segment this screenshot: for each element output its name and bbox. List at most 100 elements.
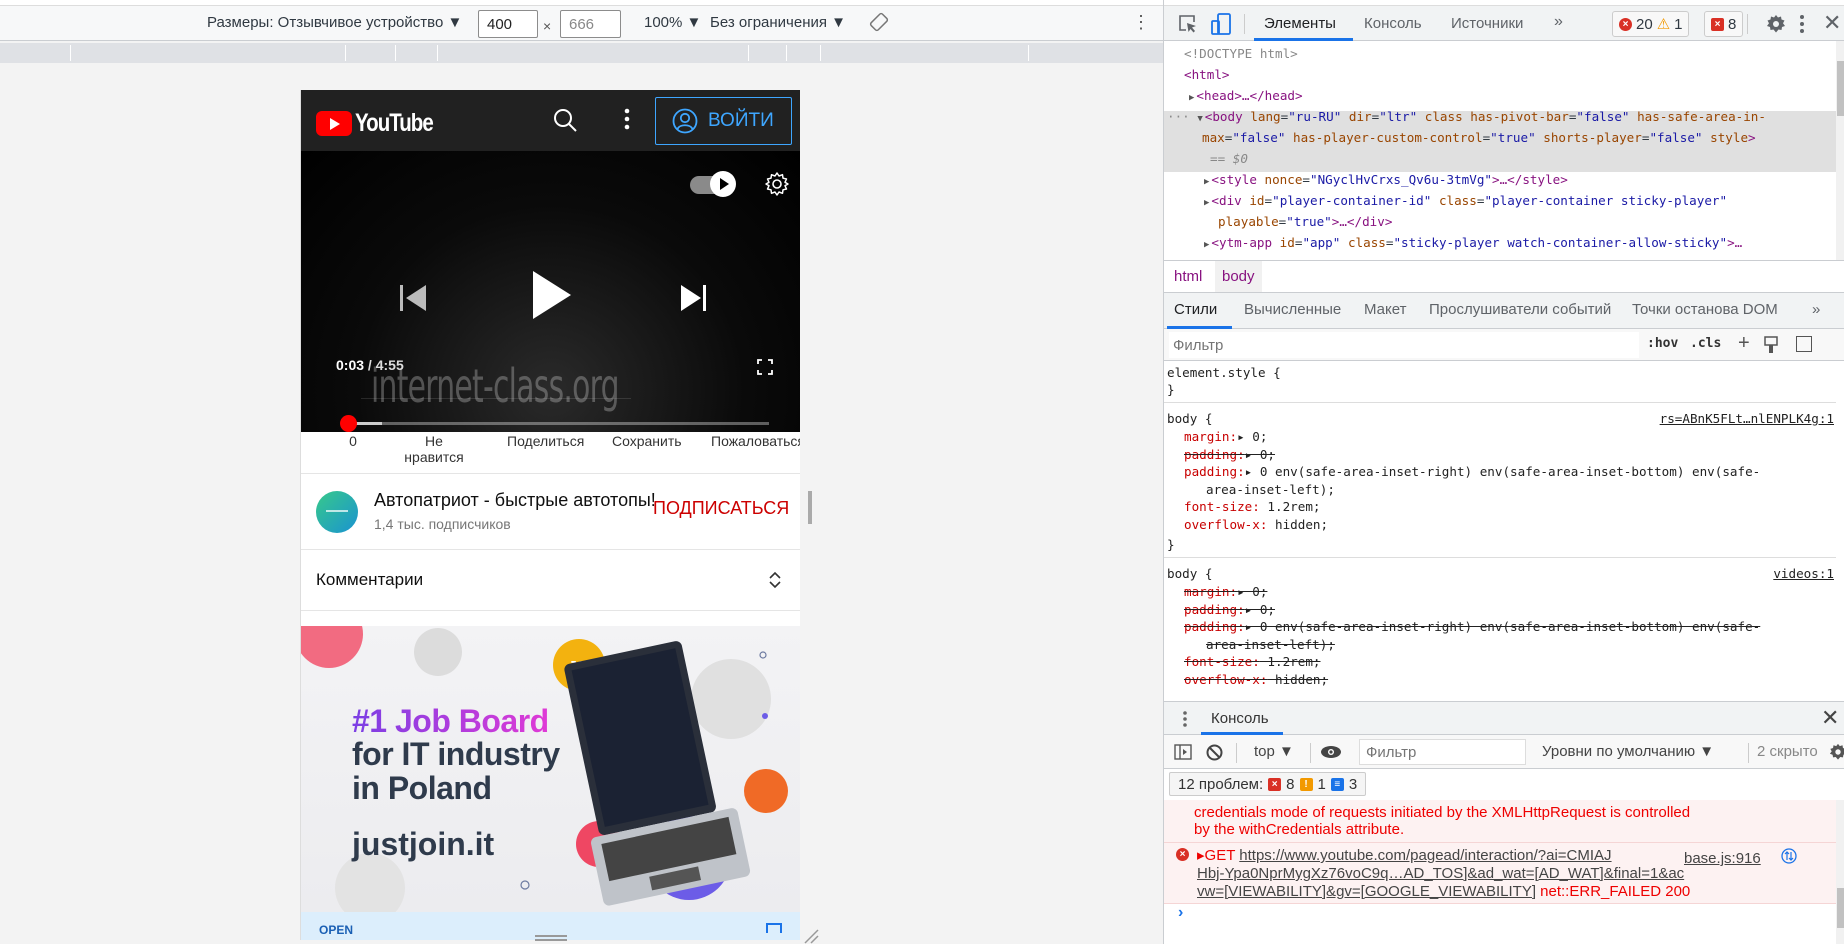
breadcrumb-body[interactable]: body: [1215, 261, 1262, 292]
dom-head-node[interactable]: ▶ <head>…</head>: [1189, 86, 1303, 108]
autoplay-toggle[interactable]: [690, 171, 736, 197]
external-link-icon[interactable]: [766, 923, 782, 933]
toggle-sidebar-icon[interactable]: [1796, 336, 1812, 352]
css-value[interactable]: ▸ 0;: [1245, 447, 1275, 462]
tab-layout[interactable]: Макет: [1364, 301, 1406, 318]
progress-bar[interactable]: [340, 415, 769, 432]
live-expression-eye-icon[interactable]: [1320, 745, 1342, 759]
tab-dom-breakpoints[interactable]: Точки останова DOM: [1632, 301, 1778, 318]
ad-banner[interactable]: JS #1 Jo: [301, 626, 800, 912]
next-icon[interactable]: [679, 285, 709, 311]
tab-computed[interactable]: Вычисленные: [1244, 301, 1341, 318]
share-button[interactable]: Поделиться: [507, 433, 584, 449]
close-devtools-icon[interactable]: ✕: [1823, 10, 1841, 36]
issues-badge[interactable]: × 8: [1704, 11, 1744, 37]
css-value[interactable]: ▸ 0;: [1245, 602, 1275, 617]
device-toolbar-icon[interactable]: [1210, 13, 1232, 35]
dom-ytm-app-node[interactable]: ▶ <ytm-app id="app" class="sticky-player …: [1204, 233, 1742, 255]
viewport-height-input[interactable]: [560, 10, 621, 38]
video-player[interactable]: internet-class.org 0:03 / 4:55: [301, 151, 800, 432]
css-property[interactable]: margin:: [1184, 584, 1237, 599]
rule-selector[interactable]: body {: [1167, 410, 1213, 428]
dom-body-node[interactable]: ··· ▼ <body lang="ru-RU" dir="ltr" class …: [1167, 107, 1766, 129]
more-tabs-button[interactable]: »: [1554, 13, 1563, 31]
css-declaration[interactable]: area-inset-left);: [1206, 636, 1335, 654]
viewport-resize-handle[interactable]: [535, 935, 567, 941]
rule-source-link[interactable]: videos:1: [1773, 565, 1834, 583]
css-declaration[interactable]: area-inset-left);: [1206, 481, 1335, 499]
css-declaration[interactable]: padding:▸ 0;: [1184, 446, 1275, 464]
css-declaration[interactable]: overflow-x: hidden;: [1184, 671, 1328, 689]
console-settings-icon[interactable]: [1829, 743, 1844, 761]
drawer-tab-console[interactable]: Консоль: [1211, 710, 1269, 727]
css-declaration[interactable]: font-size: 1.2rem;: [1184, 498, 1321, 516]
css-value[interactable]: area-inset-left);: [1206, 482, 1335, 497]
styles-more-tabs[interactable]: »: [1812, 301, 1820, 318]
customize-devtools-icon[interactable]: [1799, 14, 1805, 34]
css-value[interactable]: ▸ 0;: [1237, 584, 1267, 599]
save-button[interactable]: Сохранить: [612, 433, 682, 449]
css-value[interactable]: hidden;: [1267, 672, 1328, 687]
settings-icon[interactable]: [1766, 14, 1786, 34]
more-options-icon[interactable]: ⋮: [1132, 12, 1150, 32]
request-method[interactable]: ▸GET: [1197, 847, 1239, 864]
css-declaration[interactable]: padding:▸ 0 env(safe-area-inset-right) e…: [1184, 618, 1760, 636]
dislike-button[interactable]: Не нравится: [404, 433, 464, 465]
zoom-dropdown[interactable]: 100% ▼: [644, 14, 701, 31]
dom-player-container-node[interactable]: ▶ <div id="player-container-id" class="pl…: [1204, 191, 1727, 213]
css-value[interactable]: 1.2rem;: [1260, 499, 1320, 514]
element-style-selector[interactable]: element.style {: [1167, 364, 1281, 382]
previous-icon[interactable]: [398, 285, 428, 311]
css-value[interactable]: 1.2rem;: [1260, 654, 1320, 669]
channel-name[interactable]: Автопатриот - быстрые автотопы!: [374, 490, 656, 511]
throttling-dropdown[interactable]: Без ограничения ▼: [710, 14, 846, 31]
network-request-icon[interactable]: [1781, 848, 1797, 864]
css-declaration[interactable]: margin:▸ 0;: [1184, 583, 1267, 601]
dom-style-node[interactable]: ▶ <style nonce="NGyclHvCrxs_Qv6u-3tmVg">……: [1204, 170, 1568, 192]
scrubber-handle[interactable]: [340, 415, 358, 432]
rule-selector[interactable]: body {: [1167, 565, 1213, 583]
css-property[interactable]: font-size:: [1184, 499, 1260, 514]
console-prompt[interactable]: ›: [1178, 904, 1183, 922]
settings-gear-icon[interactable]: [763, 170, 791, 198]
tab-event-listeners[interactable]: Прослушиватели событий: [1429, 301, 1611, 318]
css-value[interactable]: ▸ 0 env(safe-area-inset-right) env(safe-…: [1245, 464, 1761, 479]
request-url-cont[interactable]: Hbj-Ypa0NprMygXz76voC9q…AD_TOS]&ad_wat=[…: [1197, 865, 1684, 882]
dom-tree-scrollbar[interactable]: [1836, 41, 1844, 260]
show-sidebar-icon[interactable]: [1174, 744, 1192, 760]
inspect-element-icon[interactable]: [1178, 14, 1198, 34]
ad-open-label[interactable]: OPEN: [319, 923, 353, 937]
console-scrollbar[interactable]: [1836, 800, 1844, 944]
rule-source-link[interactable]: rs=ABnK5FLt…nlENPLK4g:1: [1660, 410, 1834, 428]
css-property[interactable]: padding:: [1184, 619, 1245, 634]
report-button[interactable]: Пожаловаться: [711, 433, 800, 449]
dom-html-node[interactable]: <html>: [1184, 65, 1230, 85]
rotate-icon[interactable]: [869, 12, 889, 32]
css-property[interactable]: padding:: [1184, 447, 1245, 462]
subscribe-button[interactable]: ПОДПИСАТЬСЯ: [653, 498, 789, 519]
class-toggle[interactable]: .cls: [1690, 336, 1721, 351]
expand-collapse-icon[interactable]: [768, 570, 782, 590]
css-declaration[interactable]: padding:▸ 0;: [1184, 601, 1275, 619]
close-drawer-icon[interactable]: ✕: [1821, 705, 1839, 731]
comments-section[interactable]: Комментарии: [301, 550, 800, 611]
source-link[interactable]: base.js:916: [1684, 850, 1761, 867]
like-count[interactable]: 0: [343, 433, 363, 449]
new-style-rule-icon[interactable]: +: [1738, 332, 1750, 355]
sign-in-button[interactable]: ВОЙТИ: [655, 97, 792, 145]
clear-console-icon[interactable]: [1206, 744, 1223, 761]
errors-warnings-badge[interactable]: × 20 ⚠ 1: [1612, 11, 1690, 37]
request-url-tail[interactable]: vw=[VIEWABILITY]&gv=[GOOGLE_VIEWABILITY]: [1197, 883, 1536, 900]
context-selector[interactable]: top ▼: [1254, 743, 1294, 760]
request-url[interactable]: https://www.youtube.com/pagead/interacti…: [1239, 847, 1611, 864]
css-value[interactable]: ▸ 0;: [1237, 429, 1267, 444]
css-declaration[interactable]: overflow-x: hidden;: [1184, 516, 1328, 534]
css-property[interactable]: overflow-x:: [1184, 672, 1267, 687]
tab-styles[interactable]: Стили: [1174, 301, 1217, 318]
fullscreen-icon[interactable]: [757, 359, 773, 375]
css-property[interactable]: padding:: [1184, 464, 1245, 479]
corner-resize-icon[interactable]: [803, 928, 819, 944]
tab-console[interactable]: Консоль: [1364, 15, 1422, 32]
channel-avatar[interactable]: [316, 491, 358, 533]
viewport-width-input[interactable]: [478, 10, 538, 38]
